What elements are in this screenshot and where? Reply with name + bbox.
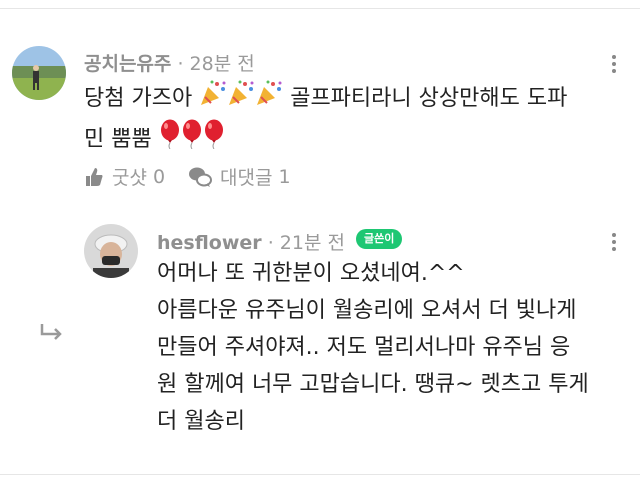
comment-text: 당첨 가즈아 골프파티라니 상상만해도 도파 민 뿜뿜: [84, 79, 567, 161]
reply-line: 더 월송리: [157, 409, 245, 434]
party-popper-icon: [227, 79, 255, 119]
comment-time: 28분 전: [189, 53, 255, 75]
more-vertical-icon[interactable]: [611, 233, 617, 254]
avatar[interactable]: [84, 224, 138, 278]
top-divider: [0, 8, 640, 9]
balloon-icon: [203, 119, 225, 161]
author-name[interactable]: 공치는유주: [84, 53, 171, 75]
reply-line: 만들어 주셔야져.. 저도 멀리서나마 유주님 응: [157, 335, 571, 360]
author-badge: 글쓴이: [356, 229, 403, 249]
more-vertical-icon[interactable]: [611, 55, 617, 76]
comment-author[interactable]: 공치는유주 · 28분 전: [84, 49, 255, 76]
reply-label: 대댓글: [220, 167, 273, 189]
time-separator: ·: [171, 53, 190, 75]
reply-line: 어머나 또 귀한분이 오셨네여.^^: [157, 261, 465, 286]
like-count: 0: [153, 165, 166, 188]
reply-arrow-icon: [40, 323, 64, 345]
reply-line: 아름다운 유주님이 월송리에 오셔서 더 빛나게: [157, 298, 577, 323]
like-button[interactable]: 굿샷 0: [84, 163, 165, 190]
reply-button[interactable]: 대댓글 1: [188, 163, 291, 190]
comment-line2: 민 뿜뿜: [84, 127, 152, 152]
author-name[interactable]: hesflower: [157, 232, 262, 254]
balloon-icon: [181, 119, 203, 161]
time-separator: ·: [261, 232, 280, 254]
reply-text: 어머나 또 귀한분이 오셨네여.^^ 아름다운 유주님이 월송리에 오셔서 더 …: [157, 255, 589, 440]
chat-bubble-icon: [189, 167, 212, 187]
thumbs-up-icon: [86, 167, 103, 186]
comment-line1: 당첨 가즈아: [84, 86, 193, 111]
party-popper-icon: [255, 79, 283, 119]
reply-author[interactable]: hesflower · 21분 전: [157, 228, 345, 255]
comment-line1b: 골프파티라니 상상만해도 도파: [290, 86, 568, 111]
avatar[interactable]: [12, 46, 66, 100]
party-popper-icon: [199, 79, 227, 119]
balloon-icon: [159, 119, 181, 161]
like-label: 굿샷: [112, 167, 147, 189]
reply-line: 원 할께여 너무 고맙습니다. 땡큐~ 렛츠고 투게: [157, 372, 589, 397]
bottom-divider: [0, 474, 640, 475]
reply-time: 21분 전: [279, 232, 345, 254]
reply-count: 1: [278, 165, 291, 188]
